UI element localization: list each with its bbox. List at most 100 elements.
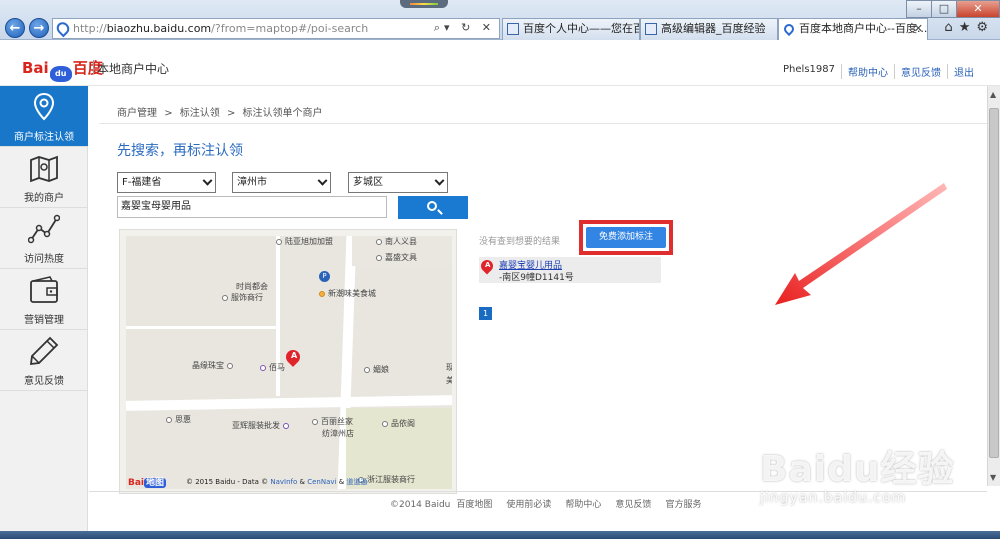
sidebar-item-claim[interactable]: 商户标注认领: [0, 86, 88, 147]
settings-gear-icon[interactable]: ⚙: [976, 20, 994, 35]
parking-icon[interactable]: P: [319, 271, 330, 282]
map-poi[interactable]: 佰马: [260, 362, 285, 373]
help-center-link[interactable]: 帮助中心: [841, 64, 894, 79]
sidebar-item-visit-heat[interactable]: 访问热度: [0, 208, 88, 269]
map-poi[interactable]: 品依阁: [382, 418, 415, 429]
scroll-down-icon[interactable]: ▼: [990, 473, 996, 482]
page-scrollbar[interactable]: ▲ ▼: [987, 86, 1000, 486]
maximize-button[interactable]: □: [931, 0, 957, 18]
annotation-arrow-icon: [775, 183, 947, 305]
favorites-star-icon[interactable]: ★: [959, 20, 977, 35]
province-select[interactable]: F-福建省: [117, 172, 216, 193]
result-item[interactable]: A 嘉婴宝婴儿用品 -南区9幢D1141号: [478, 257, 661, 283]
baidu-map-logo: Bai 地图: [128, 478, 167, 488]
sidebar-item-marketing[interactable]: 营销管理: [0, 269, 88, 330]
sidebar-item-feedback[interactable]: 意见反馈: [0, 330, 88, 391]
search-button[interactable]: [398, 196, 468, 219]
district-select-value: 芗城区: [353, 177, 383, 188]
breadcrumb-item[interactable]: 标注认领: [180, 108, 220, 119]
main-content: 商户管理 > 标注认领 > 标注认领单个商户 先搜索，再标注认领 F-福建省 漳…: [89, 86, 987, 494]
address-actions[interactable]: ⌕▾ ↻ ✕: [434, 21, 495, 35]
divider: [99, 123, 987, 124]
footer: ©2014 Baidu 百度地图 使用前必读 帮助中心 意见反馈 官方服务: [390, 497, 715, 510]
close-window-button[interactable]: ✕: [956, 0, 1000, 18]
logout-link[interactable]: 退出: [947, 64, 980, 79]
map-poi[interactable]: 纺漳州店: [322, 428, 354, 439]
tab-personal-center[interactable]: 百度个人中心——您在百度...: [502, 18, 640, 40]
city-select[interactable]: 漳州市: [232, 172, 331, 193]
back-button[interactable]: ←: [5, 18, 25, 38]
scrollbar-thumb[interactable]: [989, 108, 999, 458]
map-poi: 美: [446, 375, 452, 386]
logo-divider: [93, 60, 94, 74]
username[interactable]: Phels1987: [777, 64, 841, 79]
map-poi: 现: [446, 362, 452, 373]
scroll-up-icon[interactable]: ▲: [990, 90, 996, 99]
os-taskbar: [0, 531, 1000, 539]
map-poi[interactable]: 新潮味美食城: [319, 288, 376, 299]
sidebar-item-label: 我的商户: [24, 193, 64, 204]
map-road: [126, 326, 276, 329]
feedback-link[interactable]: 意见反馈: [894, 64, 947, 79]
tab-merchant-center[interactable]: 百度本地商户中心--百度... ✕: [778, 18, 928, 40]
tab-close-icon[interactable]: ✕: [914, 19, 923, 39]
tab-page-icon: [645, 23, 657, 35]
breadcrumb-separator: >: [164, 108, 173, 119]
map-pin-icon: [33, 92, 55, 121]
site-header: Bai du 百度 本地商户中心 Phels1987 帮助中心 意见反馈 退出: [0, 40, 1000, 86]
chevron-down-icon: [434, 175, 445, 186]
annotation-highlight-box: [579, 220, 673, 255]
address-bar[interactable]: http://biaozhu.baidu.com/?from=maptop#/p…: [52, 18, 500, 39]
sidebar-item-label: 意见反馈: [24, 376, 64, 387]
map-poi[interactable]: 思惠: [166, 414, 191, 425]
breadcrumb-item[interactable]: 商户管理: [117, 108, 157, 119]
footer-link[interactable]: 官方服务: [665, 500, 701, 510]
sidebar-item-label: 访问热度: [24, 254, 64, 265]
map-poi[interactable]: 服饰商行: [222, 292, 263, 303]
footer-link[interactable]: 使用前必读: [506, 500, 551, 510]
result-marker-label: A: [485, 261, 491, 269]
minimize-button[interactable]: –: [906, 0, 932, 18]
page-icon: [54, 19, 72, 38]
tab-label: 百度个人中心——您在百度...: [523, 22, 640, 35]
city-select-value: 漳州市: [237, 177, 267, 188]
map-poi[interactable]: 媚娘: [364, 364, 389, 375]
baidu-logo[interactable]: Bai du 百度: [22, 57, 103, 82]
map-icon: [30, 155, 58, 183]
map-view[interactable]: 陆亚旭加加盟 南人义县 嘉盛文具 时尚都会 服饰商行 P 新潮味美食城 晶缘珠宝…: [119, 229, 457, 494]
search-input[interactable]: 嘉婴宝母婴用品: [117, 196, 387, 218]
tab-page-icon: [781, 21, 797, 37]
title-strip-indicator: [410, 3, 438, 5]
top-links: Phels1987 帮助中心 意见反馈 退出: [777, 64, 980, 79]
jingyan-watermark: Baidu经验 jingyan.baidu.com: [760, 449, 955, 506]
map-poi[interactable]: 时尚都会: [236, 281, 268, 292]
pagination-current-page[interactable]: 1: [479, 307, 492, 320]
page-title: 先搜索，再标注认领: [117, 143, 243, 159]
line-chart-icon: [28, 214, 60, 244]
tab-page-icon: [507, 23, 519, 35]
map-poi[interactable]: 百丽丝家: [312, 416, 353, 427]
window-controls: – □ ✕: [906, 0, 1000, 18]
map-poi[interactable]: 亚辉服装批发: [232, 420, 292, 431]
browser-toolbar-icons: ⌂★⚙: [944, 20, 994, 35]
shop-icon: [282, 423, 289, 429]
footer-link[interactable]: 百度地图: [456, 500, 492, 510]
map-poi[interactable]: 陆亚旭加加盟: [276, 236, 333, 247]
sidebar-item-my-merchants[interactable]: 我的商户: [0, 147, 88, 208]
home-icon[interactable]: ⌂: [944, 20, 958, 35]
map-canvas[interactable]: 陆亚旭加加盟 南人义县 嘉盛文具 时尚都会 服饰商行 P 新潮味美食城 晶缘珠宝…: [126, 236, 452, 489]
forward-button[interactable]: →: [29, 18, 49, 38]
footer-copyright: ©2014 Baidu: [390, 500, 451, 510]
paw-icon: du: [49, 66, 72, 82]
map-poi[interactable]: 晶缘珠宝: [192, 360, 236, 371]
poi-dot-icon: [276, 239, 282, 245]
footer-link[interactable]: 意见反馈: [615, 500, 651, 510]
breadcrumb: 商户管理 > 标注认领 > 标注认领单个商户: [117, 104, 327, 119]
tab-advanced-editor[interactable]: 高级编辑器_百度经验: [640, 18, 778, 40]
map-poi[interactable]: 嘉盛文具: [376, 252, 417, 263]
district-select[interactable]: 芗城区: [348, 172, 448, 193]
sidebar-item-label: 商户标注认领: [14, 132, 74, 143]
map-poi[interactable]: 南人义县: [376, 236, 417, 247]
poi-dot-icon: [312, 419, 318, 425]
footer-link[interactable]: 帮助中心: [565, 500, 601, 510]
